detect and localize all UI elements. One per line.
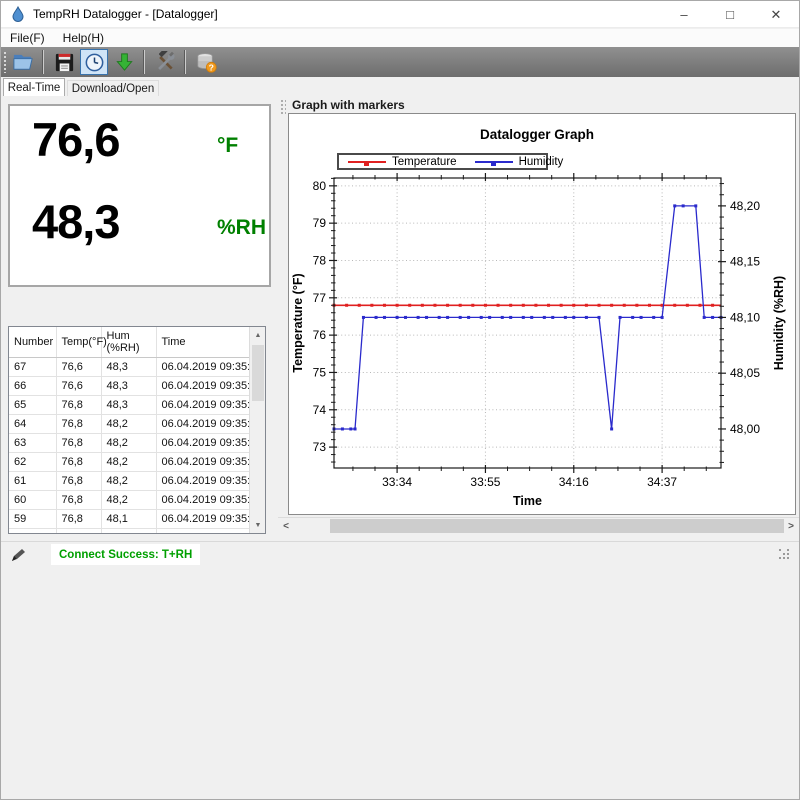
- legend-entry-temperature: Temperature: [348, 156, 457, 168]
- col-header-hum[interactable]: Hum (%RH): [101, 327, 156, 358]
- temperature-value: 76,6: [32, 112, 119, 167]
- scroll-right-arrow[interactable]: >: [783, 518, 799, 534]
- svg-text:48,20: 48,20: [730, 199, 760, 213]
- clock-icon: [83, 51, 106, 74]
- menu-bar: File(F) Help(H): [1, 29, 799, 47]
- log-table: Number Temp(°F) Hum (%RH) Time 6776,648,…: [8, 326, 266, 534]
- svg-text:80: 80: [313, 179, 327, 193]
- readout-panel: 76,6 °F 48,3 %RH: [8, 104, 271, 287]
- graph-group-label: Graph with markers: [292, 98, 405, 112]
- svg-text:Temperature (°F): Temperature (°F): [291, 273, 305, 372]
- table-row[interactable]: 6476,848,206.04.2019 09:35:25: [9, 415, 249, 434]
- toolbar-separator: [185, 50, 186, 74]
- status-message: Connect Success: T+RH: [59, 549, 192, 561]
- svg-text:48,00: 48,00: [730, 422, 760, 436]
- table-row[interactable]: 5876,848,106.04.2019 09:35:12: [9, 529, 249, 535]
- datalogger-chart: 33:34 33:55 34:16 34:37 73 74 75 76 77 78 79 80 48,0…: [289, 114, 795, 514]
- download-arrow-icon: [113, 51, 136, 74]
- toolbar-grip[interactable]: [3, 51, 8, 73]
- svg-text:34:37: 34:37: [647, 475, 677, 489]
- table-row[interactable]: 6676,648,306.04.2019 09:35:29: [9, 377, 249, 396]
- resize-grip[interactable]: [779, 549, 781, 551]
- temperature-line-sample: [348, 161, 386, 163]
- settings-button[interactable]: [151, 49, 179, 75]
- toolbar: ?: [1, 47, 799, 77]
- tab-bar: Real-Time Download/Open: [1, 78, 799, 96]
- chart-title: Datalogger Graph: [387, 127, 687, 142]
- title-bar: TempRH Datalogger - [Datalogger] – □ ✕: [1, 1, 799, 28]
- table-row[interactable]: 6176,848,206.04.2019 09:35:18: [9, 472, 249, 491]
- humidity-value: 48,3: [32, 194, 119, 249]
- chart-legend: Temperature Humidity: [337, 153, 548, 170]
- svg-text:34:16: 34:16: [559, 475, 589, 489]
- chart-area: 33:34 33:55 34:16 34:37 73 74 75 76 77 78 79 80 48,0…: [288, 113, 796, 515]
- svg-text:48,15: 48,15: [730, 255, 760, 269]
- table-row[interactable]: 6076,848,206.04.2019 09:35:16: [9, 491, 249, 510]
- svg-text:33:55: 33:55: [470, 475, 500, 489]
- graph-horizontal-scrollbar[interactable]: < >: [278, 517, 799, 533]
- legend-entry-humidity: Humidity: [475, 156, 564, 168]
- menu-help[interactable]: Help(H): [54, 31, 113, 45]
- svg-text:76: 76: [313, 328, 327, 342]
- svg-text:Time: Time: [513, 494, 542, 508]
- table-vertical-scrollbar[interactable]: ▲ ▼: [249, 327, 265, 533]
- table-row[interactable]: 5976,848,106.04.2019 09:35:14: [9, 510, 249, 529]
- toolbar-separator: [144, 50, 145, 74]
- table-header-row: Number Temp(°F) Hum (%RH) Time: [9, 327, 249, 358]
- folder-open-icon: [12, 51, 35, 74]
- app-droplet-icon: [10, 6, 26, 22]
- col-header-time[interactable]: Time: [156, 327, 249, 358]
- maximize-button[interactable]: □: [707, 1, 753, 28]
- table-row[interactable]: 6376,848,206.04.2019 09:35:23: [9, 434, 249, 453]
- tab-real-time[interactable]: Real-Time: [3, 78, 65, 96]
- svg-text:78: 78: [313, 253, 327, 267]
- data-table-body: 6776,648,306.04.2019 09:35:316676,648,30…: [9, 358, 249, 535]
- hscroll-thumb[interactable]: [330, 519, 784, 533]
- svg-text:Humidity (%RH): Humidity (%RH): [772, 276, 786, 370]
- open-file-button[interactable]: [9, 49, 37, 75]
- table-row[interactable]: 6776,648,306.04.2019 09:35:31: [9, 358, 249, 377]
- download-button[interactable]: [110, 49, 138, 75]
- svg-text:77: 77: [313, 291, 327, 305]
- minimize-button[interactable]: –: [661, 1, 707, 28]
- col-header-temp[interactable]: Temp(°F): [56, 327, 101, 358]
- svg-text:75: 75: [313, 365, 327, 379]
- col-header-number[interactable]: Number: [9, 327, 56, 358]
- svg-text:48,05: 48,05: [730, 366, 760, 380]
- table-row[interactable]: 6576,848,306.04.2019 09:35:27: [9, 396, 249, 415]
- scroll-up-arrow[interactable]: ▲: [250, 327, 266, 343]
- svg-text:48,10: 48,10: [730, 310, 760, 324]
- scroll-thumb[interactable]: [252, 345, 264, 401]
- svg-text:79: 79: [313, 216, 327, 230]
- menu-file[interactable]: File(F): [1, 31, 54, 45]
- status-bar: Connect Success: T+RH: [1, 541, 799, 567]
- table-row[interactable]: 6276,848,206.04.2019 09:35:21: [9, 453, 249, 472]
- close-button[interactable]: ✕: [753, 1, 799, 28]
- svg-text:73: 73: [313, 440, 327, 454]
- pen-icon: [10, 547, 26, 563]
- humidity-line-sample: [475, 161, 513, 163]
- database-question-icon: ?: [195, 51, 218, 74]
- svg-text:33:34: 33:34: [382, 475, 412, 489]
- svg-text:74: 74: [313, 403, 327, 417]
- scroll-down-arrow[interactable]: ▼: [250, 517, 266, 533]
- svg-text:?: ?: [208, 62, 213, 72]
- save-button[interactable]: [50, 49, 78, 75]
- window-title: TempRH Datalogger - [Datalogger]: [33, 7, 218, 21]
- status-message-box: Connect Success: T+RH: [51, 544, 200, 565]
- panel-splitter-grip[interactable]: [280, 99, 286, 115]
- tools-icon: [154, 51, 177, 74]
- data-help-button[interactable]: ?: [192, 49, 220, 75]
- app-window: TempRH Datalogger - [Datalogger] – □ ✕ F…: [0, 0, 800, 800]
- realtime-clock-button[interactable]: [80, 49, 108, 75]
- scroll-left-arrow[interactable]: <: [278, 518, 294, 534]
- floppy-disk-icon: [53, 51, 76, 74]
- temperature-unit: °F: [217, 134, 238, 158]
- toolbar-separator: [43, 50, 44, 74]
- humidity-unit: %RH: [217, 216, 266, 240]
- tab-download-open[interactable]: Download/Open: [67, 80, 159, 96]
